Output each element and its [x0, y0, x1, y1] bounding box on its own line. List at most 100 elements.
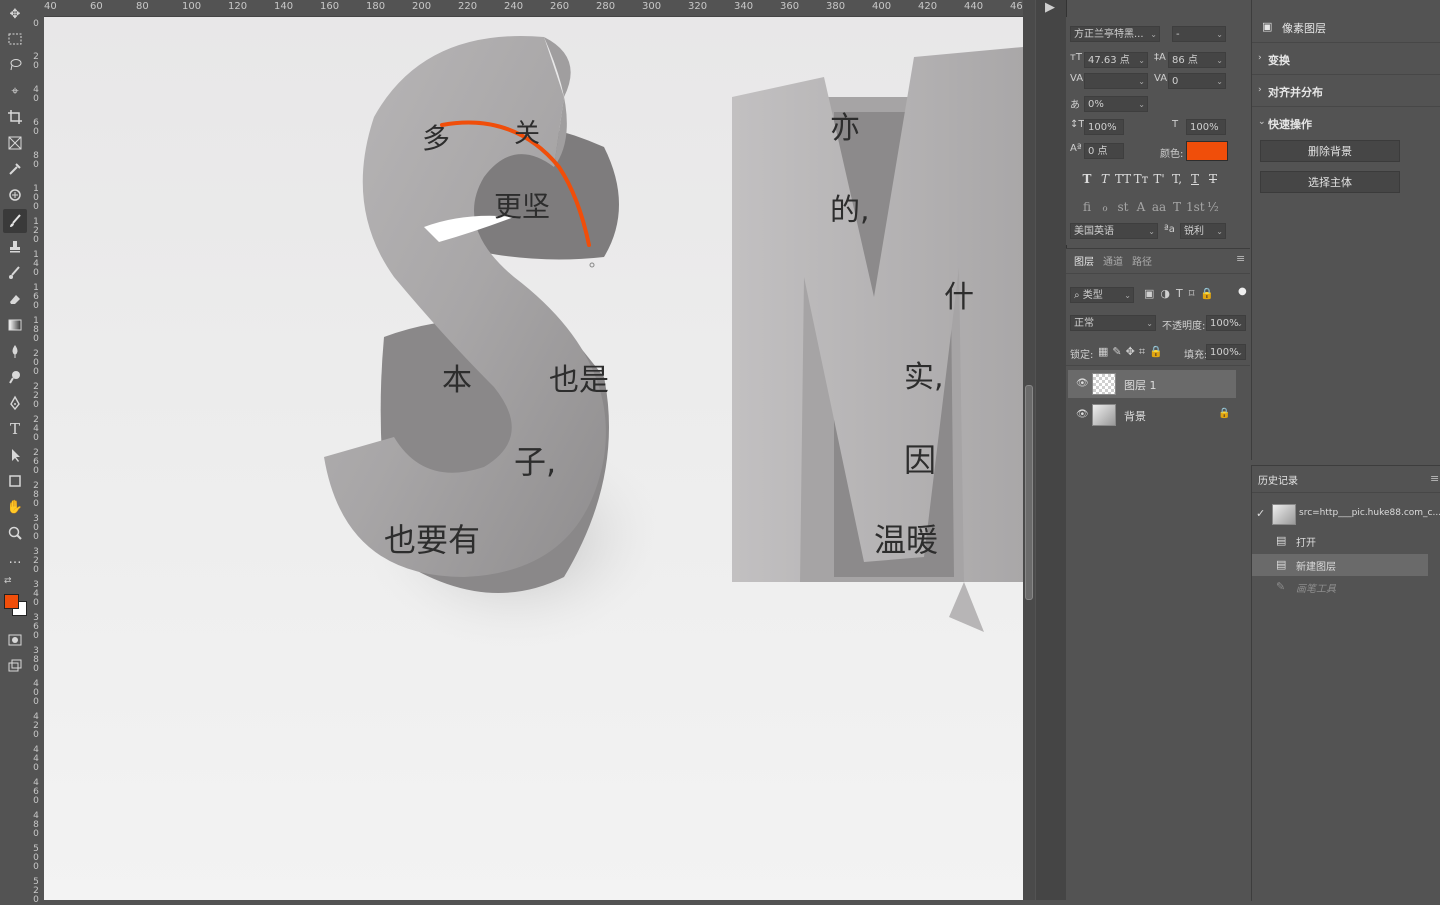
history-brush-tool-icon[interactable]	[3, 261, 27, 285]
strikethrough-button[interactable]: T	[1204, 172, 1222, 186]
tab-paths[interactable]: 路径	[1132, 253, 1152, 268]
layer-name: 背景	[1124, 410, 1146, 423]
dodge-tool-icon[interactable]	[3, 365, 27, 389]
zoom-tool-icon[interactable]	[3, 521, 27, 545]
history-title: 历史记录	[1258, 476, 1298, 487]
all-caps-button[interactable]: TT	[1114, 172, 1132, 186]
small-caps-button[interactable]: Tт	[1132, 172, 1150, 186]
tools-panel: ✥ ⌖ T ✋ … ⇄	[0, 0, 31, 900]
faux-italic-button[interactable]: T	[1096, 172, 1114, 186]
ligature-button[interactable]: fi	[1078, 200, 1096, 214]
ruler-tick-label: 360	[780, 1, 800, 12]
gradient-tool-icon[interactable]	[3, 313, 27, 337]
history-brush-source-icon[interactable]: ✓	[1256, 507, 1265, 520]
panel-menu-icon[interactable]: ≡	[1430, 472, 1439, 485]
quick-mask-icon[interactable]	[3, 628, 27, 652]
fill-field[interactable]: 100% ⌄	[1206, 344, 1246, 360]
section-transform[interactable]: › 变换	[1252, 44, 1440, 75]
tsume-field[interactable]: 0% ⌄	[1084, 96, 1148, 112]
history-snapshot[interactable]: ✓ src=http___pic.huke88.com_c...	[1252, 502, 1440, 526]
blur-tool-icon[interactable]	[3, 339, 27, 363]
hand-tool-icon[interactable]: ✋	[3, 495, 27, 519]
frame-tool-icon[interactable]	[3, 131, 27, 155]
play-icon[interactable]: ▶	[1045, 0, 1055, 15]
ruler-tick-label: 400	[872, 1, 892, 12]
swash-button[interactable]: A	[1132, 200, 1150, 214]
eyedropper-tool-icon[interactable]	[3, 157, 27, 181]
panel-menu-icon[interactable]: ≡	[1236, 252, 1245, 265]
document-canvas[interactable]: 多 关 更坚 本 也是 子, 也要有 亦 的, 什 实, 因 温暖	[44, 17, 1023, 900]
layer-row-background[interactable]: 👁 背景 🔒	[1068, 401, 1236, 429]
healing-tool-icon[interactable]	[3, 183, 27, 207]
layer-filter-select[interactable]: ⌕ 类型 ⌄	[1070, 287, 1134, 303]
section-quick-actions[interactable]: ⌄ 快速操作	[1252, 108, 1440, 138]
antialias-select[interactable]: 锐利 ⌄	[1180, 223, 1226, 239]
ruler-tick-label: 380	[826, 1, 846, 12]
baseline-shift-icon: Aª	[1070, 143, 1082, 154]
canvas-text: 因	[904, 441, 937, 479]
discretionary-ligature-button[interactable]: st	[1114, 200, 1132, 214]
remove-background-button[interactable]: 删除背景	[1260, 140, 1400, 162]
more-tools-icon[interactable]: …	[3, 547, 27, 571]
section-align[interactable]: › 对齐并分布	[1252, 76, 1440, 107]
brush-tool-icon[interactable]	[3, 209, 27, 233]
font-size-field[interactable]: 47.63 点 ⌄	[1084, 52, 1148, 68]
canvas-scrollbar[interactable]	[1023, 0, 1035, 900]
kerning-field[interactable]: ⌄	[1084, 73, 1148, 89]
old-style-button[interactable]: ℴ	[1096, 200, 1114, 214]
scrollbar-thumb[interactable]	[1025, 385, 1033, 600]
lock-icons[interactable]: ▦✎✥⌗🔒	[1098, 345, 1167, 359]
font-style-select[interactable]: - ⌄	[1172, 26, 1226, 42]
font-size-icon: ᴛT	[1070, 52, 1082, 63]
canvas-text: 什	[944, 280, 974, 315]
stylistic-alt-button[interactable]: aa	[1150, 200, 1168, 214]
language-select[interactable]: 美国英语 ⌄	[1070, 223, 1158, 239]
foreground-color-swatch[interactable]	[4, 594, 19, 609]
horizontal-scale-field[interactable]: 100%	[1186, 119, 1226, 135]
type-tool-icon[interactable]: T	[3, 417, 27, 441]
leading-field[interactable]: 86 点 ⌄	[1168, 52, 1226, 68]
fractions-button[interactable]: ½	[1204, 200, 1222, 214]
layer-row-layer1[interactable]: 👁 图层 1	[1068, 370, 1236, 398]
character-panel: 方正兰亭特黑... ⌄ - ⌄ ᴛT 47.63 点 ⌄ ‡A 86 点 ⌄ VA ⌄ …	[1066, 17, 1250, 245]
superscript-button[interactable]: T'	[1150, 172, 1168, 186]
canvas-text: 亦	[830, 111, 860, 146]
rectangle-tool-icon[interactable]	[3, 469, 27, 493]
select-subject-button[interactable]: 选择主体	[1260, 171, 1400, 193]
quick-select-tool-icon[interactable]: ⌖	[3, 79, 27, 103]
tracking-field[interactable]: 0 ⌄	[1168, 73, 1226, 89]
history-item[interactable]: ✎ 画笔工具	[1252, 576, 1428, 598]
titling-button[interactable]: T	[1168, 200, 1186, 214]
swap-colors-icon[interactable]: ⇄	[4, 576, 12, 586]
lasso-tool-icon[interactable]	[3, 53, 27, 77]
baseline-shift-field[interactable]: 0 点	[1084, 143, 1124, 159]
layer-filter-icons[interactable]: ▣◑T⌑🔒	[1144, 287, 1220, 300]
history-item[interactable]: ▤ 新建图层	[1252, 554, 1428, 576]
faux-bold-button[interactable]: T	[1078, 172, 1096, 186]
screen-mode-icon[interactable]	[3, 654, 27, 678]
stamp-tool-icon[interactable]	[3, 235, 27, 259]
ruler-tick-label: 440	[33, 745, 39, 773]
pen-tool-icon[interactable]	[3, 391, 27, 415]
history-item[interactable]: ▤ 打开	[1252, 530, 1428, 552]
ordinals-button[interactable]: 1st	[1186, 200, 1205, 214]
visibility-eye-icon[interactable]: 👁	[1076, 409, 1089, 420]
opacity-field[interactable]: 100% ⌄	[1206, 315, 1246, 331]
font-family-select[interactable]: 方正兰亭特黑... ⌄	[1070, 26, 1160, 42]
fill-label: 填充:	[1184, 350, 1208, 361]
subscript-button[interactable]: T,	[1168, 172, 1186, 186]
tab-layers[interactable]: 图层	[1074, 253, 1094, 268]
eraser-tool-icon[interactable]	[3, 287, 27, 311]
blend-mode-select[interactable]: 正常 ⌄	[1070, 315, 1156, 331]
tab-channels[interactable]: 通道	[1103, 253, 1123, 268]
underline-button[interactable]: T	[1186, 172, 1204, 186]
vertical-scale-field[interactable]: 100%	[1084, 119, 1124, 135]
path-select-tool-icon[interactable]	[3, 443, 27, 467]
filter-toggle-icon[interactable]: ●	[1238, 286, 1247, 297]
text-color-swatch[interactable]	[1186, 141, 1228, 161]
move-tool-icon[interactable]: ✥	[3, 2, 27, 26]
ruler-tick-label: 40	[33, 85, 39, 104]
crop-tool-icon[interactable]	[3, 105, 27, 129]
marquee-tool-icon[interactable]	[3, 27, 27, 51]
visibility-eye-icon[interactable]: 👁	[1076, 378, 1089, 389]
